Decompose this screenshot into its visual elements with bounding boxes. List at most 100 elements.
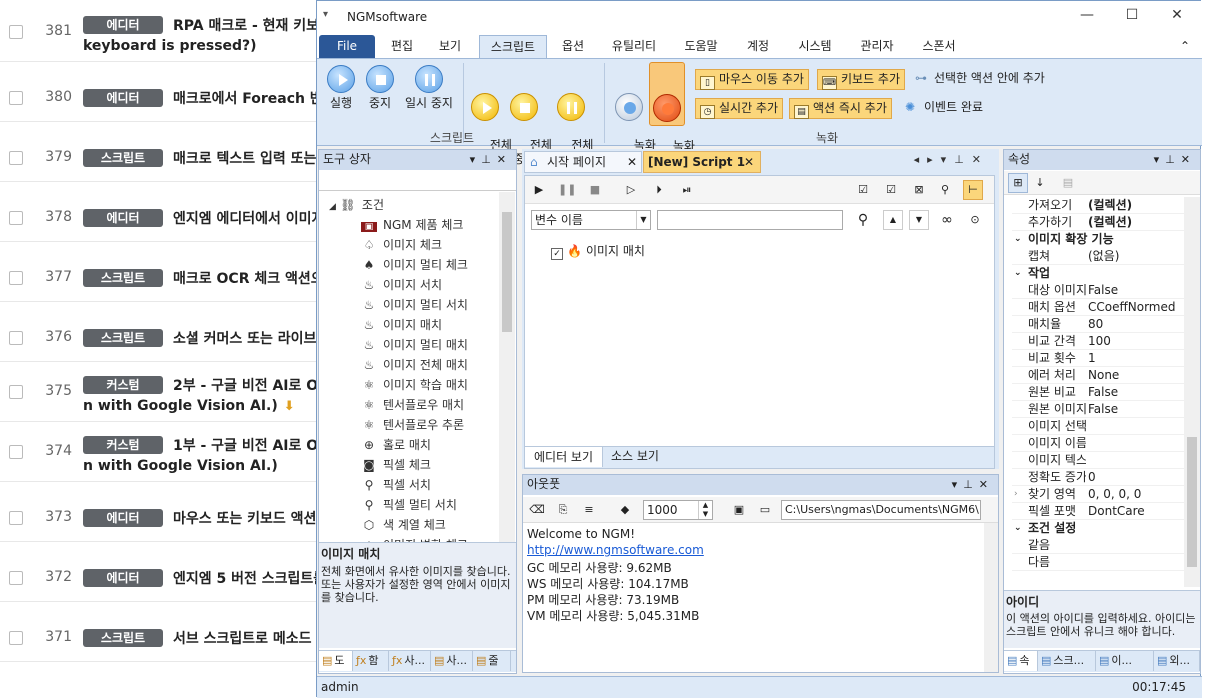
property-row[interactable]: 다름 [1012,554,1184,571]
minimize-button[interactable]: — [1072,7,1102,27]
toolbox-tab[interactable]: ▤ 도 [319,651,353,671]
property-row[interactable]: › 찾기 영역 0, 0, 0, 0 [1012,486,1184,503]
check-all-icon[interactable]: ☑ [853,180,873,200]
tab-help[interactable]: 도움말 [675,35,727,58]
copy-log-icon[interactable]: ⎘ [553,500,573,520]
toolbox-item[interactable]: ⚛ 텐서플로우 추론 [361,416,465,433]
save-icon[interactable]: ▣ [729,500,749,520]
variable-name-select[interactable]: 변수 이름 ▼ [531,210,651,230]
properties-scrollbar[interactable] [1184,197,1200,587]
property-category[interactable]: ⌄ 작업 [1012,265,1184,282]
post-title[interactable]: 매크로 텍스트 입력 또는 스 [173,148,334,168]
row-checkbox[interactable] [9,385,23,399]
toolbox-item[interactable]: ⊕ 홀로 매치 [361,436,431,453]
properties-tab[interactable]: ▤ 속 [1004,651,1038,671]
list-item[interactable]: 371 스크립트 서브 스크립트로 메소드 또 [0,602,330,662]
uncheck-icon[interactable]: ☑ [881,180,901,200]
tree-category[interactable]: ◢ ⛓ 조건 [329,196,384,213]
delete-icon[interactable]: ⊠ [909,180,929,200]
tab-admin[interactable]: 관리자 [851,35,903,58]
maximize-button[interactable]: ☐ [1117,7,1147,27]
list-item[interactable]: 375 커스텀 2부 - 구글 비전 AI로 OCR n with Google Vi… [0,362,339,422]
run-script-icon[interactable]: ▶ [529,180,549,200]
property-row[interactable]: 원본 이미지 False [1012,401,1184,418]
eraser-icon[interactable]: ◆ [615,500,635,520]
toolbox-item[interactable]: ♨ 이미지 매치 [361,316,442,333]
pause-button[interactable]: 일시 중지 [401,65,457,110]
tab-file[interactable]: File [319,35,375,58]
log-limit-stepper[interactable]: 1000 ▲ ▼ [643,500,713,520]
toolbox-item[interactable]: ♤ 이미지 체크 [361,236,442,253]
row-checkbox[interactable] [9,151,23,165]
property-value[interactable]: DontCare [1088,503,1145,520]
post-title[interactable]: 2부 - 구글 비전 AI로 OCR [173,375,339,395]
property-row[interactable]: 매치율 80 [1012,316,1184,333]
property-row[interactable]: 이미지 선택 [1012,418,1184,435]
tab-close-icon[interactable]: ✕ [627,152,637,172]
toolbox-item[interactable]: ◙ 픽셀 체크 [361,456,431,473]
post-title[interactable]: 마우스 또는 키보드 액션이 [173,508,329,528]
property-row[interactable]: 추가하기 (컬렉션) [1012,214,1184,231]
stop-button[interactable]: 중지 [363,65,397,110]
sort-alpha-icon[interactable]: ↓ [1030,173,1050,193]
search-icon[interactable]: ⚲ [853,210,873,230]
properties-tab[interactable]: ▤ 스크... [1038,651,1096,671]
post-title[interactable]: 소셜 커머스 또는 라이브 커 [173,328,334,348]
tab-editor-view[interactable]: 에디터 보기 [525,447,603,467]
post-title-continued[interactable]: keyboard is pressed?) [83,38,257,54]
add-mouse-move-button[interactable]: ▯ 마우스 이동 추가 [695,69,809,90]
toolbox-item[interactable]: ⬡ 색 계열 체크 [361,516,446,533]
wrap-icon[interactable]: ≡ [579,500,599,520]
property-value[interactable]: (컬렉션) [1088,197,1132,214]
categorized-icon[interactable]: ⊞ [1008,173,1028,193]
toolbox-item[interactable]: ⚲ 픽셀 서치 [361,476,431,493]
row-checkbox[interactable] [9,271,23,285]
row-checkbox[interactable] [9,91,23,105]
row-checkbox[interactable] [9,211,23,225]
property-row[interactable]: 픽셀 포맷 DontCare [1012,503,1184,520]
realtime-add-button[interactable]: ◷ 실시간 추가 [695,98,784,119]
folder-icon[interactable]: ▭ [755,500,775,520]
stop-script-icon[interactable]: ■ [585,180,605,200]
panel-controls-icon[interactable]: ▾⊥✕ [952,475,994,494]
toolbox-tab[interactable]: ▤ 줄 [473,651,511,671]
property-row[interactable]: 이미지 이름 [1012,435,1184,452]
property-row[interactable]: 캡쳐 (없음) [1012,248,1184,265]
post-title-continued[interactable]: n with Google Vision AI.) [83,458,278,474]
property-value[interactable]: 100 [1088,333,1111,350]
editor-tab-controls-icon[interactable]: ◂▸▾⊥✕ [914,153,989,166]
more-icon[interactable]: ⊙ [965,210,985,230]
row-checkbox[interactable] [9,511,23,525]
post-title[interactable]: 엔지엠 5 버전 스크립트를 [173,568,326,588]
list-item[interactable]: 376 스크립트 소셜 커머스 또는 라이브 커 [0,302,334,362]
property-row[interactable]: 비교 간격 100 [1012,333,1184,350]
post-title[interactable]: 매크로에서 Foreach 반복 [173,88,336,108]
node-checkbox[interactable]: ✓ [551,248,563,260]
row-checkbox[interactable] [9,631,23,645]
property-row[interactable]: 정확도 증가 0 [1012,469,1184,486]
loop-icon[interactable]: ∞ [937,210,957,230]
clear-log-icon[interactable]: ⌫ [527,500,547,520]
add-in-selected-button[interactable]: ⊶ 선택한 액션 안에 추가 [911,69,1049,90]
tab-utility[interactable]: 유틸리티 [603,35,665,58]
tab-new-script[interactable]: [New] Script 1 ✕ [643,151,761,173]
toolbox-item[interactable]: ⚛ 이미지 학습 매치 [361,376,468,393]
variable-value-input[interactable] [657,210,843,230]
tab-source-view[interactable]: 소스 보기 [605,447,665,467]
property-row[interactable]: 같음 [1012,537,1184,554]
property-value[interactable]: CCoeffNormed [1088,299,1175,316]
toolbox-item[interactable]: ▣ NGM 제품 체크 [361,216,463,233]
row-checkbox[interactable] [9,331,23,345]
tab-start-page[interactable]: ⌂ 시작 페이지 ✕ [524,151,642,173]
panel-controls-icon[interactable]: ▾⊥✕ [470,150,512,169]
post-title[interactable]: 1부 - 구글 비전 AI로 OCR [173,435,339,455]
add-keyboard-button[interactable]: ⌨ 키보드 추가 [817,69,906,90]
ribbon-collapse-icon[interactable]: ⌃ [1175,35,1195,58]
property-value[interactable]: 1 [1088,350,1096,367]
stepper-arrows-icon[interactable]: ▲ ▼ [698,501,712,519]
toolbox-tab[interactable]: ƒx 함 [353,651,389,671]
property-value[interactable]: 80 [1088,316,1103,333]
tab-view[interactable]: 보기 [429,35,471,58]
property-row[interactable]: 이미지 텍스트 [1012,452,1184,469]
tab-account[interactable]: 계정 [737,35,779,58]
